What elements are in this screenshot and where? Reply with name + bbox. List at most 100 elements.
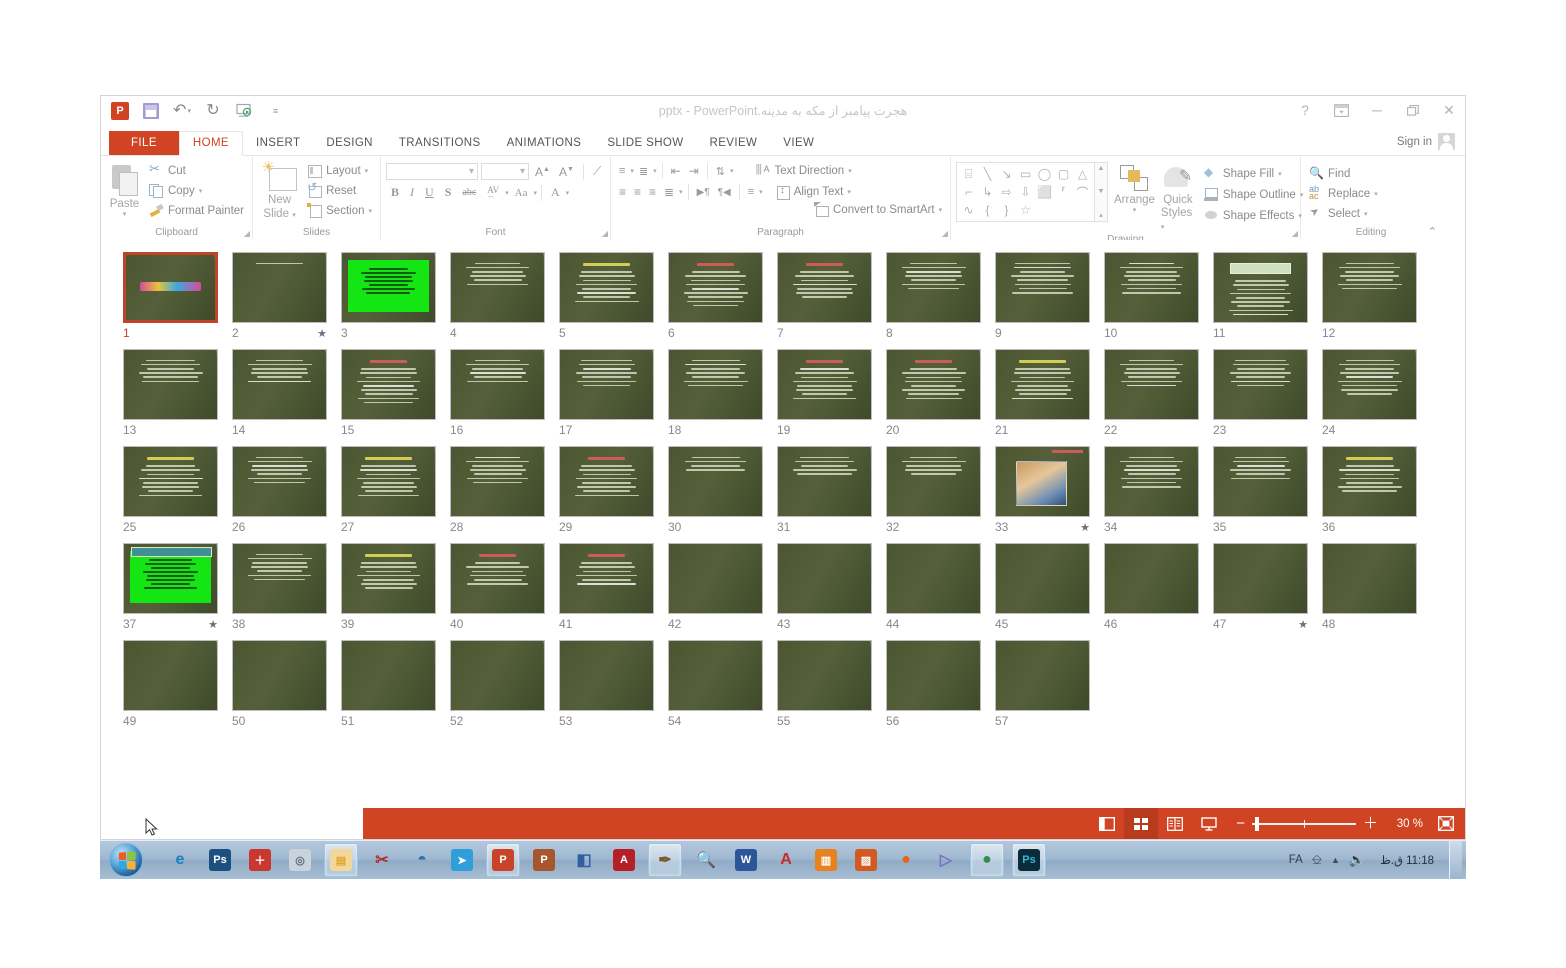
shapes-gallery[interactable]: ⌸ ╲ ↘ ▭ ◯ ▢ △ ⌐ ↳ ⇨ ⇩ ⬜ ⸢ ⌒ ∿{} ☆ <box>956 162 1095 222</box>
taskbar-item-pdf-creator[interactable]: ▥ <box>810 844 842 876</box>
taskbar-item-word[interactable]: W <box>730 844 762 876</box>
tab-animations[interactable]: ANIMATIONS <box>494 132 595 155</box>
start-button[interactable] <box>102 842 150 878</box>
shape-item-4[interactable]: ◯ <box>1035 165 1054 183</box>
slide-preview[interactable] <box>886 252 981 323</box>
taskbar-item-file-explorer[interactable]: ▤ <box>324 843 358 877</box>
slide-thumbnail-24[interactable]: 24 <box>1322 349 1431 437</box>
strikethrough-button[interactable]: abc <box>457 186 481 199</box>
slide-preview[interactable] <box>123 640 218 711</box>
taskbar-item-winrar[interactable]: ▨ <box>850 844 882 876</box>
slide-preview[interactable] <box>341 543 436 614</box>
shape-effects-button[interactable]: Shape Effects ▾ <box>1201 206 1306 225</box>
taskbar-item-photoshop-open[interactable]: Ps <box>1012 843 1046 877</box>
shape-item-6[interactable]: △ <box>1073 165 1092 183</box>
slide-thumbnail-22[interactable]: 22 <box>1104 349 1213 437</box>
volume-icon[interactable]: 🔊 <box>1349 852 1365 868</box>
increase-font-size-button[interactable]: A▲ <box>532 164 553 180</box>
quick-styles-button[interactable]: Quick Styles ▾ <box>1161 162 1195 234</box>
cut-button[interactable]: Cut <box>146 161 247 180</box>
slide-preview[interactable] <box>559 349 654 420</box>
slide-preview[interactable] <box>1322 252 1417 323</box>
slide-thumbnail-1[interactable]: 1 <box>123 252 232 340</box>
line-spacing-icon[interactable]: ⇅ <box>713 164 728 179</box>
slide-preview[interactable] <box>559 640 654 711</box>
slide-preview[interactable] <box>886 543 981 614</box>
slide-preview[interactable] <box>232 640 327 711</box>
taskbar-item-search-tool[interactable]: 🔍 <box>690 844 722 876</box>
show-desktop-button[interactable] <box>1449 841 1462 879</box>
justify-icon[interactable]: ≣ <box>661 184 677 200</box>
slide-thumbnail-11[interactable]: 11 <box>1213 252 1322 340</box>
shape-item-11[interactable]: ⬜ <box>1035 183 1054 201</box>
slide-thumbnail-56[interactable]: 56 <box>886 640 995 728</box>
tab-review[interactable]: REVIEW <box>697 132 771 155</box>
character-spacing-button[interactable]: AV ↔ <box>482 184 504 201</box>
slide-preview[interactable] <box>341 252 436 323</box>
slide-preview[interactable] <box>995 543 1090 614</box>
slide-preview[interactable] <box>123 349 218 420</box>
convert-to-smartart-button[interactable]: Convert to SmartArt ▾ <box>812 202 944 217</box>
reading-view-button[interactable] <box>1158 808 1192 839</box>
taskbar-item-pdf-tool[interactable]: ＋ <box>244 844 276 876</box>
taskbar-item-firefox[interactable]: ● <box>890 844 922 876</box>
slide-thumbnail-25[interactable]: 25 <box>123 446 232 534</box>
zoom-in-button[interactable]: ＋ <box>1363 816 1378 831</box>
clipboard-dialog-launcher[interactable]: ◢ <box>244 229 250 238</box>
slide-preview[interactable] <box>341 640 436 711</box>
slide-thumbnail-48[interactable]: 48 <box>1322 543 1431 631</box>
paste-button[interactable]: Paste ▾ <box>106 161 143 218</box>
decrease-font-size-button[interactable]: A▼ <box>556 164 577 180</box>
animation-star-icon[interactable]: ★ <box>208 618 218 631</box>
slide-thumbnail-13[interactable]: 13 <box>123 349 232 437</box>
slide-thumbnail-50[interactable]: 50 <box>232 640 341 728</box>
zoom-slider[interactable] <box>1251 816 1356 831</box>
slide-preview[interactable] <box>668 543 763 614</box>
slide-preview[interactable] <box>450 252 545 323</box>
horizontal-scrollbar-thumb[interactable] <box>101 808 363 839</box>
fit-slide-to-window-button[interactable] <box>1433 813 1459 835</box>
slide-thumbnail-54[interactable]: 54 <box>668 640 777 728</box>
slide-preview[interactable] <box>450 640 545 711</box>
slide-preview[interactable] <box>450 543 545 614</box>
slide-preview[interactable] <box>559 252 654 323</box>
font-name-combo[interactable]: ▾ <box>386 163 478 180</box>
ltr-text-direction-icon[interactable]: ▶¶ <box>694 186 713 199</box>
slide-preview[interactable] <box>1213 349 1308 420</box>
section-button[interactable]: Section ▾ <box>304 201 375 220</box>
slide-thumbnail-44[interactable]: 44 <box>886 543 995 631</box>
keyboard-icon[interactable]: ⎒ <box>1312 852 1322 868</box>
shape-item-2[interactable]: ↘ <box>997 165 1016 183</box>
slide-thumbnail-16[interactable]: 16 <box>450 349 559 437</box>
slide-thumbnail-2[interactable]: 2 ★ <box>232 252 341 340</box>
slide-preview[interactable] <box>1104 349 1199 420</box>
columns-caret[interactable]: ▾ <box>759 188 763 196</box>
font-size-combo[interactable]: ▾ <box>481 163 529 180</box>
slide-thumbnail-6[interactable]: 6 <box>668 252 777 340</box>
slide-preview[interactable] <box>1104 252 1199 323</box>
normal-view-button[interactable] <box>1090 808 1124 839</box>
help-icon[interactable]: ? <box>1295 100 1315 120</box>
slide-thumbnail-40[interactable]: 40 <box>450 543 559 631</box>
slide-preview[interactable] <box>995 640 1090 711</box>
slide-thumbnail-46[interactable]: 46 <box>1104 543 1213 631</box>
ribbon-display-options-icon[interactable] <box>1331 100 1351 120</box>
slide-thumbnail-23[interactable]: 23 <box>1213 349 1322 437</box>
slide-thumbnail-39[interactable]: 39 <box>341 543 450 631</box>
shapes-gallery-scroll[interactable]: ▲ ▼ ▴ <box>1095 162 1108 222</box>
shape-item-8[interactable]: ↳ <box>978 183 997 201</box>
slide-thumbnail-5[interactable]: 5 <box>559 252 668 340</box>
shape-item-9[interactable]: ⇨ <box>997 183 1016 201</box>
tab-design[interactable]: DESIGN <box>313 132 386 155</box>
slide-thumbnail-20[interactable]: 20 <box>886 349 995 437</box>
taskbar-item-powerpoint[interactable]: P <box>486 843 520 877</box>
slide-preview[interactable] <box>995 446 1090 517</box>
slide-preview[interactable] <box>777 543 872 614</box>
language-indicator[interactable]: FA <box>1289 854 1303 866</box>
taskbar-item-photoshop[interactable]: Ps <box>204 844 236 876</box>
font-dialog-launcher[interactable]: ◢ <box>602 229 608 238</box>
slide-thumbnail-28[interactable]: 28 <box>450 446 559 534</box>
sign-in-button[interactable]: Sign in <box>1397 133 1455 150</box>
restore-button[interactable] <box>1403 100 1423 120</box>
shape-item-1[interactable]: ╲ <box>978 165 997 183</box>
